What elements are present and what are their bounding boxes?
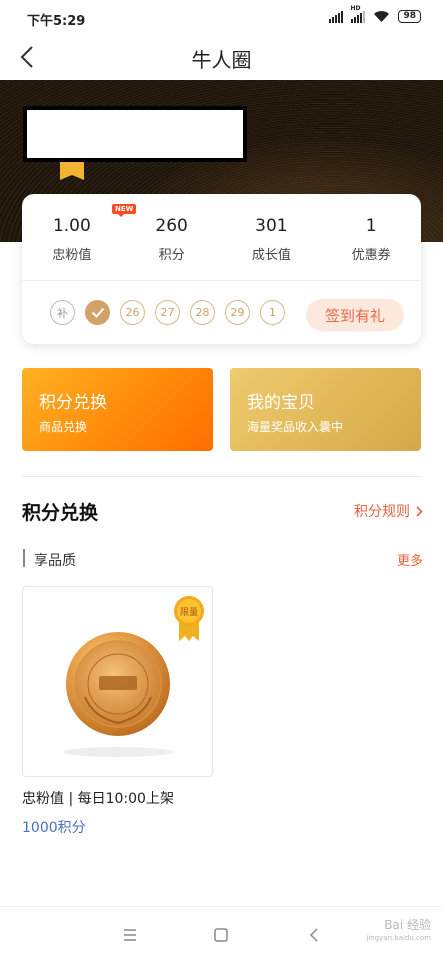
more-link[interactable]: 更多	[397, 550, 423, 569]
system-nav-bar: Bai 经验 jingyan.baidu.com	[0, 906, 443, 960]
check-icon	[91, 307, 104, 318]
section-divider	[22, 476, 421, 477]
checkin-button[interactable]: 签到有礼	[306, 299, 404, 331]
watermark: Bai 经验 jingyan.baidu.com	[366, 919, 431, 945]
signal-icon	[329, 10, 344, 23]
status-time: 下午5:29	[27, 14, 86, 29]
stat-value: 301	[255, 216, 288, 236]
my-treasures-card[interactable]: 我的宝贝 海量奖品收入囊中	[230, 368, 421, 451]
action-subtitle: 商品兑换	[39, 420, 88, 434]
stat-loyalty[interactable]: 1.00 忠粉值	[22, 216, 122, 263]
home-button[interactable]	[209, 923, 233, 947]
checkin-calendar: 补 26 27 28 29 1	[50, 300, 285, 325]
menu-icon	[124, 929, 136, 941]
stat-label: 积分	[158, 248, 185, 263]
stat-points[interactable]: 260 积分	[122, 216, 222, 263]
checkin-day: 29	[225, 300, 250, 325]
limited-badge-label: 限量	[179, 608, 198, 618]
divider	[22, 280, 421, 281]
status-bar: 下午5:29 HD 98	[0, 0, 443, 34]
stat-value: 260	[155, 216, 188, 236]
makeup-checkin-day[interactable]: 补	[50, 300, 75, 325]
watermark-sub: jingyan.baidu.com	[366, 934, 431, 942]
watermark-main: Bai 经验	[384, 918, 431, 932]
stats-row: 1.00 忠粉值 260 积分 301 成长值 1 优惠券	[22, 216, 421, 263]
checkin-day: 27	[155, 300, 180, 325]
action-title: 我的宝贝	[247, 393, 315, 413]
redacted-username	[23, 106, 247, 162]
hd-signal-icon: HD	[350, 5, 366, 23]
ribbon-badge-icon	[174, 596, 204, 641]
new-badge: NEW	[112, 204, 137, 217]
stat-label: 成长值	[251, 248, 291, 263]
section-title: 积分兑换	[22, 502, 99, 524]
home-square-icon	[214, 928, 228, 942]
status-icons: HD 98	[329, 5, 421, 23]
level-flag-icon	[60, 162, 84, 180]
checkin-day: 28	[190, 300, 215, 325]
back-triangle-icon	[309, 928, 318, 942]
stat-label: 忠粉值	[52, 248, 92, 263]
stat-label: 优惠券	[351, 248, 391, 263]
page-title: 牛人圈	[191, 48, 252, 72]
chevron-right-icon	[416, 505, 423, 517]
points-exchange-card[interactable]: 积分兑换 商品兑换	[22, 368, 213, 451]
product-name[interactable]: 忠粉值 | 每日10:00上架	[22, 788, 174, 808]
action-title: 积分兑换	[39, 393, 107, 413]
stat-value: 1	[365, 216, 377, 236]
points-rules-link[interactable]: 积分规则	[354, 501, 423, 521]
system-back-button[interactable]	[302, 923, 326, 947]
action-subtitle: 海量奖品收入囊中	[247, 420, 344, 434]
rules-label: 积分规则	[354, 504, 410, 520]
checked-day	[85, 300, 110, 325]
wifi-icon	[374, 11, 390, 22]
stat-coupons[interactable]: 1 优惠券	[321, 216, 421, 263]
nav-bar: 牛人圈	[0, 34, 443, 80]
limited-badge: 限量	[171, 595, 207, 645]
stats-card: 1.00 忠粉值 260 积分 301 成长值 1 优惠券 NEW 补 26 2…	[22, 194, 421, 344]
checkin-day: 1	[260, 300, 285, 325]
product-price: 1000积分	[22, 820, 86, 836]
stat-growth[interactable]: 301 成长值	[222, 216, 322, 263]
menu-button[interactable]	[118, 923, 142, 947]
subsection-title: 享品质	[34, 553, 76, 569]
product-card[interactable]: 限量	[22, 586, 213, 777]
subsection-marker	[23, 549, 25, 567]
stat-value: 1.00	[52, 216, 91, 236]
checkin-day: 26	[120, 300, 145, 325]
battery-icon: 98	[398, 10, 421, 23]
